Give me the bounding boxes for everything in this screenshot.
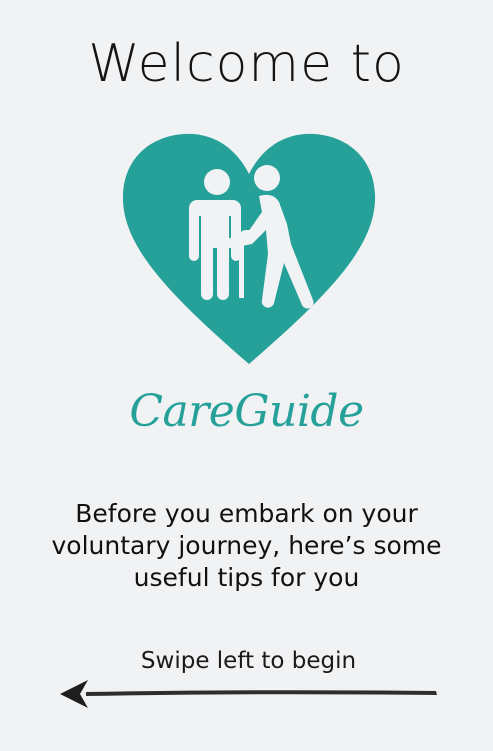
brand-name: CareGuide [129,386,364,437]
intro-text: Before you embark on your voluntary jour… [51,499,442,592]
arrow-left-icon[interactable] [56,676,440,712]
heart-caregiver-icon [122,133,376,364]
swipe-hint-label: Swipe left to begin [140,648,357,674]
welcome-title: Welcome to [88,34,405,94]
